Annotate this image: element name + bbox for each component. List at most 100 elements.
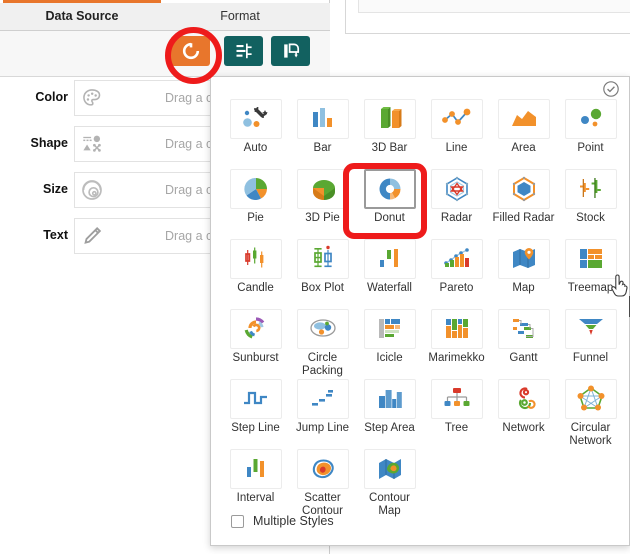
chart-type-item-bar[interactable]: Bar xyxy=(289,97,356,167)
axis-settings-button[interactable] xyxy=(224,36,263,66)
marimekko-chart-icon xyxy=(430,309,483,349)
field-label-size: Size xyxy=(42,182,68,196)
chart-type-label: Radar xyxy=(440,212,473,224)
chart-type-item-step-area[interactable]: Step Area xyxy=(356,377,423,447)
chart-type-label: Auto xyxy=(243,142,268,154)
chart-type-item-map[interactable]: Map xyxy=(490,237,557,307)
chart-type-item-interval[interactable]: Interval xyxy=(222,447,289,517)
chart-type-label: Point xyxy=(577,142,604,154)
chart-type-label: Circular Network xyxy=(569,422,612,447)
waterfall-chart-icon xyxy=(363,239,416,279)
filled-radar-chart-icon xyxy=(497,169,550,209)
scatter-contour-chart-icon xyxy=(296,449,349,489)
field-label-text: Text xyxy=(43,228,68,242)
chart-type-label: Area xyxy=(511,142,536,154)
chart-type-label: Funnel xyxy=(572,352,609,364)
area-chart-icon xyxy=(497,99,550,139)
chart-type-button[interactable] xyxy=(171,36,210,66)
field-label-color: Color xyxy=(35,90,68,104)
chart-type-label: Pie xyxy=(247,212,264,224)
chart-type-item-scatter-contour[interactable]: Scatter Contour xyxy=(289,447,356,517)
step-area-chart-icon xyxy=(363,379,416,419)
multiple-styles-row[interactable]: Multiple Styles xyxy=(231,514,334,528)
chart-type-palette: Auto Bar 3D Bar Line Area Point Pie 3D Pi… xyxy=(210,76,630,546)
donut-chart-icon xyxy=(363,169,416,209)
background-panel-field xyxy=(358,0,630,13)
tab-format[interactable]: Format xyxy=(161,3,319,30)
bar-3d-chart-icon xyxy=(363,99,416,139)
chart-type-item-donut[interactable]: Donut xyxy=(356,167,423,237)
chart-type-item-candle[interactable]: Candle xyxy=(222,237,289,307)
pie-chart-icon xyxy=(229,169,282,209)
rotate-layout-icon xyxy=(283,43,299,58)
chart-type-item-pie[interactable]: Pie xyxy=(222,167,289,237)
chart-type-item-marimekko[interactable]: Marimekko xyxy=(423,307,490,377)
chart-type-item-point[interactable]: Point xyxy=(557,97,624,167)
map-chart-icon xyxy=(497,239,550,279)
chart-type-label: Icicle xyxy=(376,352,403,364)
pie-3d-chart-icon xyxy=(296,169,349,209)
chart-type-item-icicle[interactable]: Icicle xyxy=(356,307,423,377)
chart-type-item-stock[interactable]: Stock xyxy=(557,167,624,237)
size-icon xyxy=(75,173,109,207)
chart-type-item-3d-bar[interactable]: 3D Bar xyxy=(356,97,423,167)
sunburst-chart-icon xyxy=(229,309,282,349)
treemap-chart-icon xyxy=(564,239,617,279)
auto-chart-icon xyxy=(229,99,282,139)
chart-type-item-contour-map[interactable]: Contour Map xyxy=(356,447,423,517)
chart-type-label: Step Area xyxy=(364,422,415,434)
gantt-chart-icon xyxy=(497,309,550,349)
axis-icon xyxy=(236,43,252,59)
chart-type-item-pareto[interactable]: Pareto xyxy=(423,237,490,307)
chart-type-label: Map xyxy=(512,282,535,294)
chart-type-item-waterfall[interactable]: Waterfall xyxy=(356,237,423,307)
chart-type-label: Stock xyxy=(576,212,605,224)
chart-type-item-jump-line[interactable]: Jump Line xyxy=(289,377,356,447)
chart-type-label: 3D Bar xyxy=(371,142,408,154)
chart-type-label: Network xyxy=(502,422,545,434)
chart-type-item-area[interactable]: Area xyxy=(490,97,557,167)
chart-type-item-box-plot[interactable]: Box Plot xyxy=(289,237,356,307)
jump-line-chart-icon xyxy=(296,379,349,419)
check-circle-icon[interactable] xyxy=(602,80,620,98)
chart-type-item-sunburst[interactable]: Sunburst xyxy=(222,307,289,377)
chart-type-item-gantt[interactable]: Gantt xyxy=(490,307,557,377)
tab-data-source[interactable]: Data Source xyxy=(3,3,161,30)
orientation-button[interactable] xyxy=(271,36,310,66)
chart-type-label: Waterfall xyxy=(367,282,412,294)
palette-icon xyxy=(75,81,109,115)
point-chart-icon xyxy=(564,99,617,139)
chart-type-item-line[interactable]: Line xyxy=(423,97,490,167)
icicle-chart-icon xyxy=(363,309,416,349)
tree-chart-icon xyxy=(430,379,483,419)
chart-type-label: Tree xyxy=(444,422,469,434)
chart-type-grid: Auto Bar 3D Bar Line Area Point Pie 3D Pi… xyxy=(222,97,626,517)
chart-type-label: Step Line xyxy=(231,422,280,434)
background-panel xyxy=(345,0,630,34)
chart-type-item-network[interactable]: Network xyxy=(490,377,557,447)
multiple-styles-checkbox[interactable] xyxy=(231,514,244,528)
chart-type-item-auto[interactable]: Auto xyxy=(222,97,289,167)
donut-refresh-icon xyxy=(182,42,199,60)
line-chart-icon xyxy=(430,99,483,139)
chart-type-item-tree[interactable]: Tree xyxy=(423,377,490,447)
radar-chart-icon xyxy=(430,169,483,209)
contour-map-chart-icon xyxy=(363,449,416,489)
chart-type-item-circle-packing[interactable]: Circle Packing xyxy=(289,307,356,377)
candle-chart-icon xyxy=(229,239,282,279)
chart-type-label: Interval xyxy=(236,492,275,504)
chart-type-label: Donut xyxy=(374,212,405,224)
chart-type-label: Line xyxy=(445,142,468,154)
chart-type-label: Gantt xyxy=(509,352,538,364)
chart-type-item-step-line[interactable]: Step Line xyxy=(222,377,289,447)
chart-type-item-funnel[interactable]: Funnel xyxy=(557,307,624,377)
chart-type-label: Marimekko xyxy=(428,352,485,364)
chart-type-item-radar[interactable]: Radar xyxy=(423,167,490,237)
chart-type-label: Bar xyxy=(313,142,332,154)
chart-type-item-filled-radar[interactable]: Filled Radar xyxy=(490,167,557,237)
circular-network-chart-icon xyxy=(564,379,617,419)
interval-chart-icon xyxy=(229,449,282,489)
chart-type-label: Contour Map xyxy=(369,492,410,517)
chart-type-item-circular-network[interactable]: Circular Network xyxy=(557,377,624,447)
chart-type-item-3d-pie[interactable]: 3D Pie xyxy=(289,167,356,237)
